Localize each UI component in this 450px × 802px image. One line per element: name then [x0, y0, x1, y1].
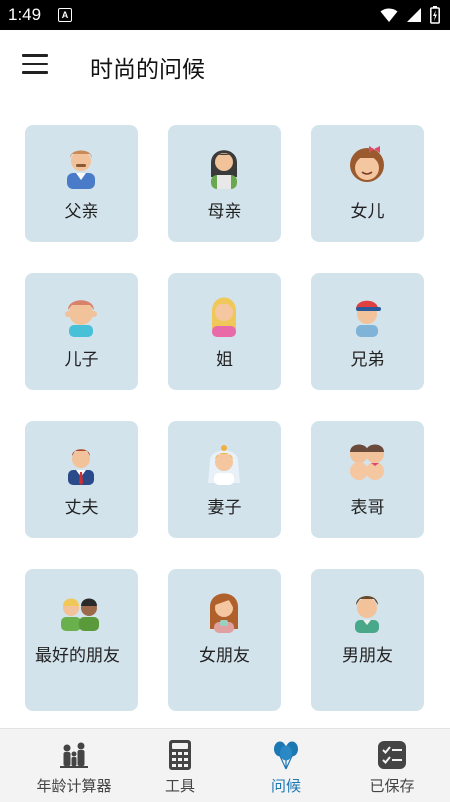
- nav-saved[interactable]: 已保存: [336, 729, 448, 802]
- card-brother[interactable]: 兄弟: [311, 273, 424, 390]
- card-husband[interactable]: 丈夫: [25, 421, 138, 538]
- card-label: 最好的朋友: [35, 646, 120, 666]
- bottom-navigation: 年龄计算器 工具 问候 已保存: [0, 728, 450, 802]
- wife-icon: [208, 445, 240, 485]
- nav-greetings[interactable]: 问候: [230, 729, 342, 802]
- status-bar: 1:49 A: [0, 0, 450, 30]
- nav-label: 问候: [270, 777, 301, 795]
- card-label: 男朋友: [342, 646, 393, 666]
- sister-icon: [212, 297, 236, 337]
- menu-icon[interactable]: [22, 54, 48, 76]
- card-sister[interactable]: 姐: [168, 273, 281, 390]
- card-daughter[interactable]: 女儿: [311, 125, 424, 242]
- card-label: 女朋友: [199, 646, 250, 666]
- card-father[interactable]: 父亲: [25, 125, 138, 242]
- nav-age-calculator[interactable]: 年龄计算器: [18, 729, 130, 802]
- card-label: 表哥: [350, 498, 385, 518]
- boyfriend-icon: [355, 596, 379, 633]
- page-title: 时尚的问候: [90, 57, 205, 83]
- father-icon: [67, 150, 95, 189]
- nav-label: 工具: [164, 777, 195, 795]
- card-girlfriend[interactable]: 女朋友: [168, 569, 281, 711]
- cousin-icon: [350, 444, 384, 480]
- card-mother[interactable]: 母亲: [168, 125, 281, 242]
- battery-icon: [430, 6, 440, 24]
- status-time: 1:49: [8, 5, 42, 24]
- card-label: 女儿: [350, 202, 385, 222]
- nav-label: 年龄计算器: [36, 777, 112, 795]
- brother-icon: [356, 300, 381, 337]
- nav-tools[interactable]: 工具: [124, 729, 236, 802]
- card-label: 母亲: [207, 202, 242, 222]
- family-icon: [60, 742, 88, 768]
- card-label: 姐: [216, 350, 233, 370]
- checklist-icon: [378, 741, 406, 769]
- card-label: 兄弟: [350, 350, 385, 370]
- nav-label: 已保存: [369, 777, 415, 795]
- daughter-icon: [350, 146, 384, 182]
- card-son[interactable]: 儿子: [25, 273, 138, 390]
- card-wife[interactable]: 妻子: [168, 421, 281, 538]
- wifi-icon: [380, 8, 398, 22]
- girlfriend-icon: [210, 593, 238, 633]
- card-cousin[interactable]: 表哥: [311, 421, 424, 538]
- signal-icon: [407, 8, 421, 22]
- card-boyfriend[interactable]: 男朋友: [311, 569, 424, 711]
- husband-icon: [68, 449, 94, 485]
- card-label: 儿子: [64, 350, 99, 370]
- son-icon: [65, 300, 97, 337]
- best-friends-icon: [61, 598, 99, 631]
- card-best-friends[interactable]: 最好的朋友: [25, 569, 138, 711]
- card-label: 妻子: [207, 498, 242, 518]
- app-notification-icon: A: [58, 8, 72, 22]
- app-bar: 时尚的问候: [0, 30, 450, 102]
- calculator-icon: [169, 740, 191, 770]
- mother-icon: [211, 150, 237, 189]
- card-label: 丈夫: [64, 498, 99, 518]
- card-label: 父亲: [64, 202, 99, 222]
- balloons-icon: [274, 741, 298, 770]
